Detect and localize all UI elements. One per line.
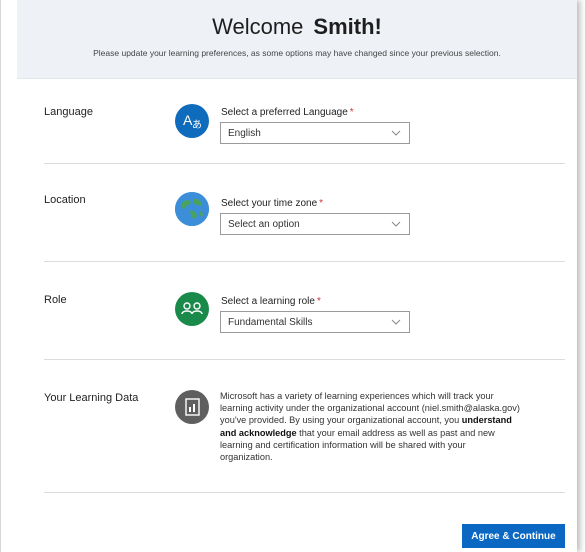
chevron-down-icon bbox=[391, 130, 401, 136]
people-icon bbox=[175, 292, 209, 326]
language-field-label: Select a preferred Language * bbox=[221, 107, 354, 118]
role-select-value: Fundamental Skills bbox=[228, 316, 313, 328]
learning-data-section: Your Learning Data Microsoft has a varie… bbox=[44, 359, 565, 493]
role-section: Role Select a learning role * Fundamental… bbox=[44, 261, 565, 360]
language-section: Language A あ Select a preferred Language… bbox=[44, 88, 565, 164]
role-select[interactable]: Fundamental Skills bbox=[220, 311, 410, 333]
welcome-subtitle: Please update your learning preferences,… bbox=[93, 48, 501, 58]
learning-data-disclaimer: Microsoft has a variety of learning expe… bbox=[220, 391, 520, 463]
role-field-label: Select a learning role * bbox=[221, 296, 321, 307]
location-section: Location Select your time zone * Select a… bbox=[44, 163, 565, 262]
globe-icon bbox=[175, 192, 209, 226]
user-name: Smith! bbox=[313, 14, 382, 39]
role-label: Role bbox=[44, 294, 67, 306]
language-select-value: English bbox=[228, 127, 261, 139]
language-label: Language bbox=[44, 106, 93, 118]
translate-icon: A あ bbox=[175, 104, 209, 138]
timezone-field-label: Select your time zone * bbox=[221, 198, 324, 209]
welcome-text: Welcome bbox=[212, 14, 304, 39]
preferences-dialog: Welcome Smith! Please update your learnin… bbox=[0, 0, 577, 552]
learning-data-label: Your Learning Data bbox=[44, 392, 139, 404]
language-select[interactable]: English bbox=[220, 122, 410, 144]
svg-text:あ: あ bbox=[192, 119, 202, 131]
chevron-down-icon bbox=[391, 319, 401, 325]
welcome-header: Welcome Smith! Please update your learnin… bbox=[17, 0, 577, 79]
location-label: Location bbox=[44, 194, 86, 206]
agree-continue-button[interactable]: Agree & Continue bbox=[462, 524, 565, 548]
report-icon bbox=[175, 390, 209, 424]
timezone-select-value: Select an option bbox=[228, 218, 300, 230]
chevron-down-icon bbox=[391, 221, 401, 227]
timezone-select[interactable]: Select an option bbox=[220, 213, 410, 235]
welcome-title: Welcome Smith! bbox=[17, 14, 577, 40]
